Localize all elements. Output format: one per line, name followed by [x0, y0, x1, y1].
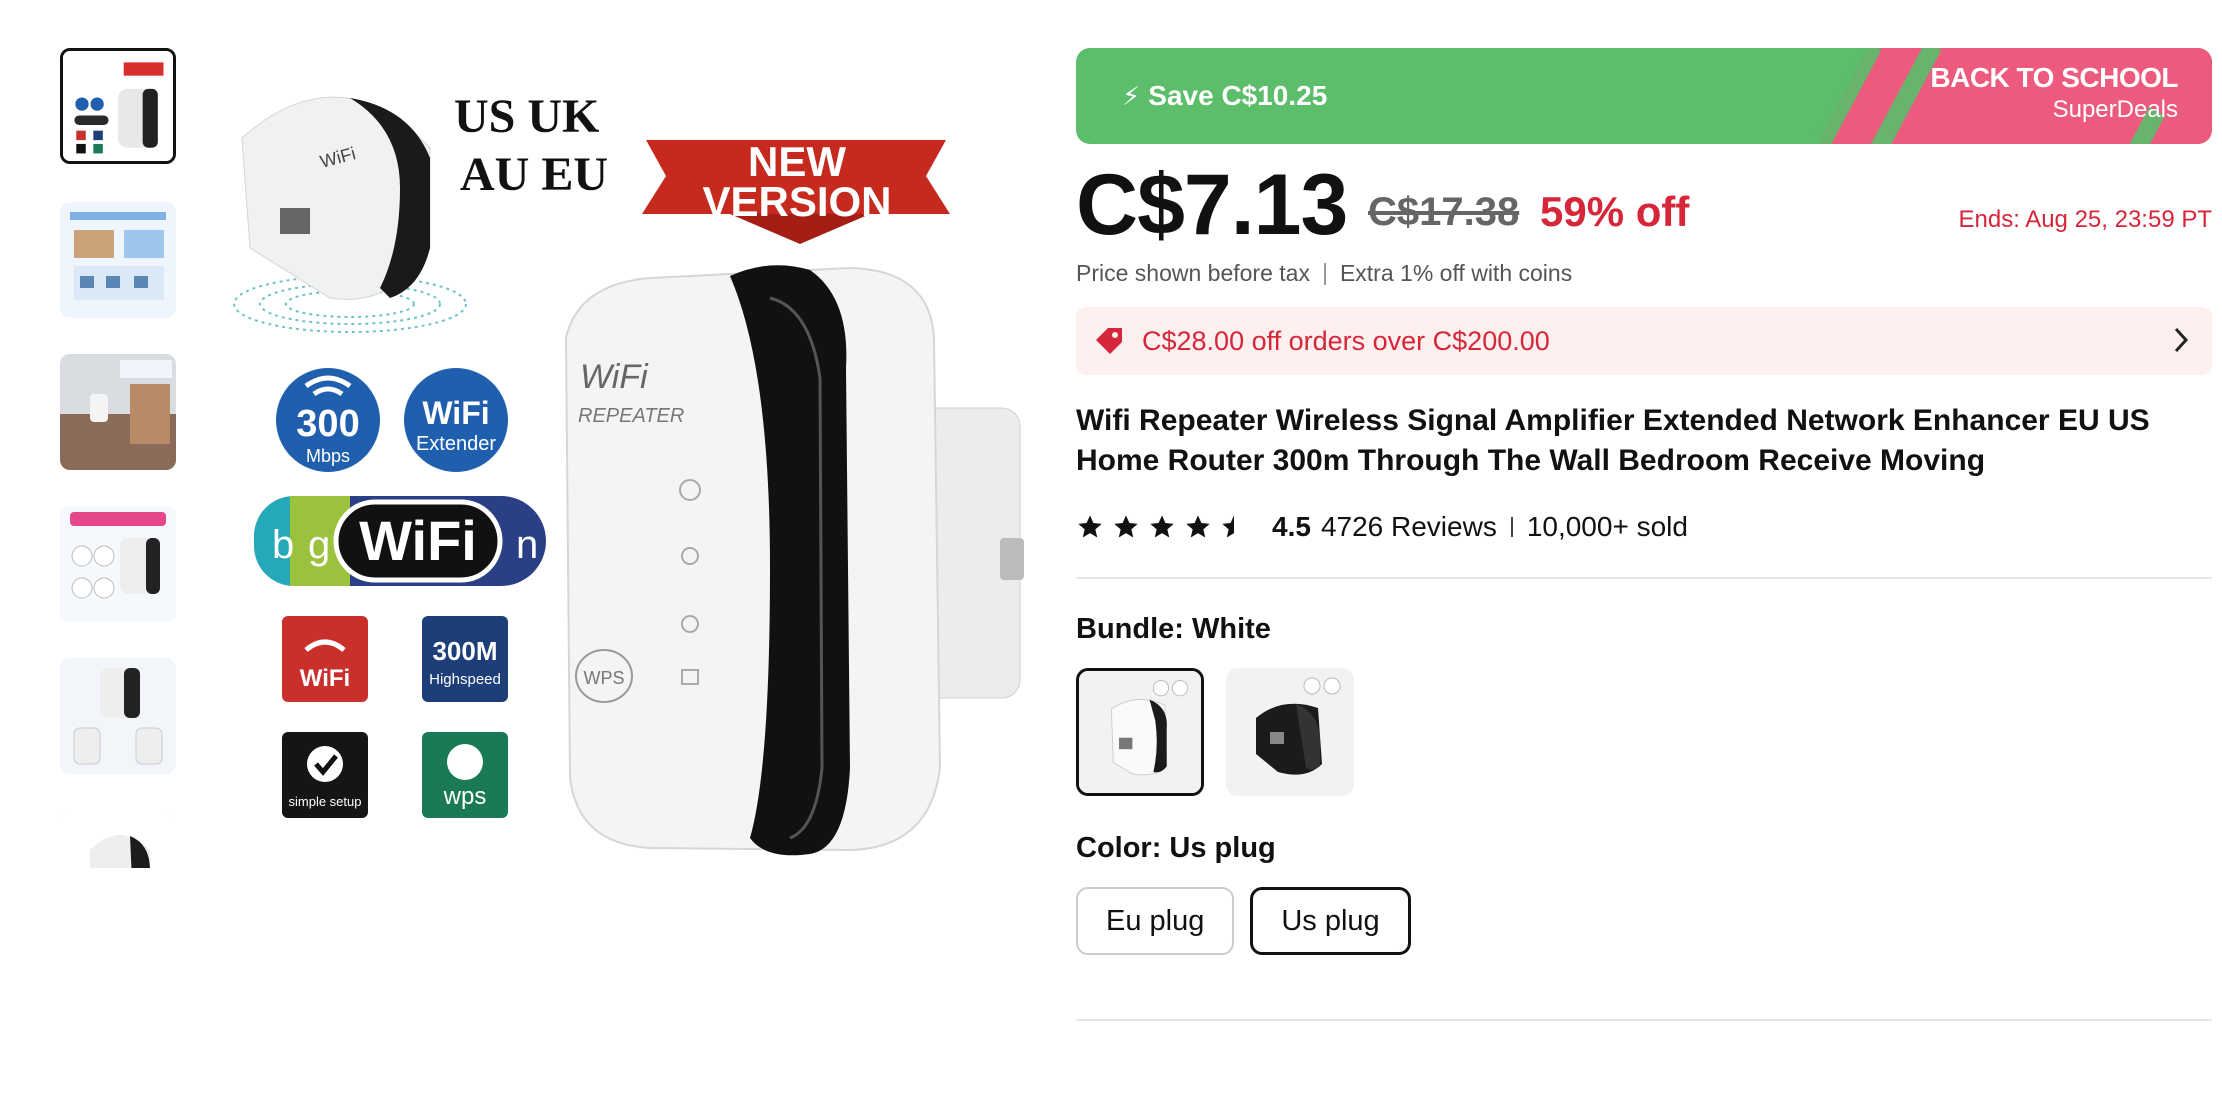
price-row: C$7.13 C$17.38 59% off Ends: Aug 25, 23:…: [1076, 156, 2212, 260]
thumbnail-5[interactable]: [60, 658, 176, 774]
tile-highspeed: Highspeed: [429, 671, 501, 688]
section-divider: [1076, 577, 2212, 579]
deal-end-time: Ends: Aug 25, 23:59 PT: [1958, 206, 2212, 233]
thumbnail-3[interactable]: [60, 354, 176, 470]
product-title: Wifi Repeater Wireless Signal Amplifier …: [1076, 404, 2150, 477]
bundle-label: Bundle: White: [1076, 613, 1271, 645]
rating-row[interactable]: 4.5 4726 Reviews 10,000+ sold: [1076, 507, 2212, 547]
region-text-line2: AU EU: [460, 148, 608, 201]
star-icon: [1150, 515, 1174, 538]
star-icon: [1078, 515, 1102, 538]
device-model: REPEATER: [578, 405, 684, 427]
bundle-option-white[interactable]: [1076, 668, 1204, 796]
tag-icon: [1096, 328, 1122, 354]
device-wps: WPS: [583, 668, 624, 688]
thumbnail-6[interactable]: [60, 810, 176, 868]
half-star-icon: [1222, 515, 1246, 538]
thumbnail-1[interactable]: [60, 48, 176, 164]
campaign-title: BACK TO SCHOOL: [1930, 62, 2178, 93]
campaign-badge: BACK TO SCHOOL SuperDeals: [1930, 62, 2178, 124]
color-option-us-plug[interactable]: Us plug: [1250, 887, 1411, 955]
coins-note: Extra 1% off with coins: [1339, 260, 1573, 286]
wifi-g: g: [308, 523, 330, 567]
new-version-line2: VERSION: [702, 178, 891, 225]
main-product-image: WiFi US UK AU EU NEW VERSION 300 Mbps Wi…: [210, 48, 1040, 878]
color-label: Color: Us plug: [1076, 832, 1276, 864]
color-option-eu-plug[interactable]: Eu plug: [1076, 887, 1235, 955]
thumbnail-4[interactable]: [60, 506, 176, 622]
tile-300m: 300M: [432, 636, 497, 666]
save-amount: ⚡ Save C$10.25: [1122, 48, 1327, 144]
speed-number: 300: [296, 403, 359, 445]
wifi-word: WiFi: [359, 509, 477, 572]
divider: [1510, 517, 1513, 537]
coupon-bar[interactable]: C$28.00 off orders over C$200.00: [1076, 307, 2212, 375]
save-label: Save C$10.25: [1148, 80, 1328, 111]
speed-unit: Mbps: [306, 446, 350, 466]
bundle-option-black[interactable]: [1226, 668, 1354, 796]
tile-wifi-text: WiFi: [300, 665, 350, 692]
divider: [1323, 262, 1326, 285]
region-text-line1: US UK: [454, 90, 599, 143]
wifi-b: b: [272, 523, 294, 567]
deal-banner[interactable]: ⚡ Save C$10.25 BACK TO SCHOOL SuperDeals: [1076, 48, 2212, 144]
discount-percent: 59% off: [1540, 188, 1690, 235]
thumbnail-2[interactable]: [60, 202, 176, 318]
thumbnail-strip: [60, 48, 176, 868]
tile-wps: wps: [443, 783, 487, 810]
product-info-panel: ⚡ Save C$10.25 BACK TO SCHOOL SuperDeals…: [1076, 48, 2212, 1021]
current-price: C$7.13: [1076, 157, 1348, 253]
extender-line2: Extender: [416, 433, 496, 455]
campaign-subtitle: SuperDeals: [2052, 96, 2178, 123]
extender-line1: WiFi: [422, 395, 489, 431]
color-options: Eu plug Us plug: [1076, 887, 2212, 955]
star-icon: [1114, 515, 1138, 538]
section-divider: [1076, 1019, 2212, 1021]
original-price: C$17.38: [1368, 190, 1520, 234]
tax-note: Price shown before tax: [1076, 260, 1310, 286]
sold-count: 10,000+ sold: [1526, 511, 1688, 542]
bundle-options: [1076, 668, 2212, 796]
star-icon: [1186, 515, 1210, 538]
wifi-n: n: [516, 523, 538, 567]
star-rating: [1076, 513, 1256, 541]
device-brand: WiFi: [580, 358, 649, 396]
chevron-right-icon[interactable]: [2172, 325, 2190, 355]
coupon-text: C$28.00 off orders over C$200.00: [1142, 325, 1550, 356]
review-count[interactable]: 4726 Reviews: [1321, 511, 1497, 543]
rating-score: 4.5: [1272, 511, 1311, 542]
price-notes: Price shown before tax Extra 1% off with…: [1076, 260, 2212, 287]
tile-setup: simple setup: [289, 794, 362, 809]
lightning-icon: ⚡: [1122, 80, 1141, 111]
